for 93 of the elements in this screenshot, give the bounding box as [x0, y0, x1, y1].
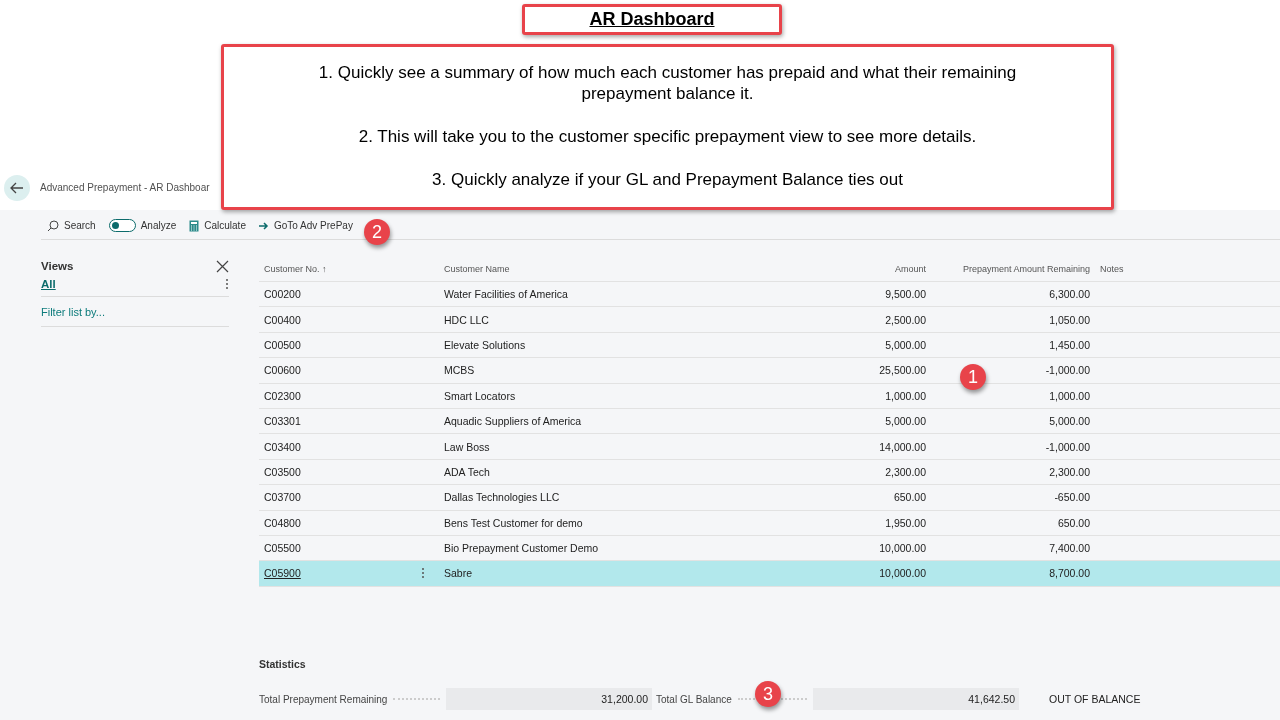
goto-button[interactable]: GoTo Adv PrePay — [258, 220, 353, 231]
table-row[interactable]: C02300 Smart Locators 1,000.00 1,000.00 — [259, 383, 1280, 409]
close-icon[interactable] — [216, 259, 229, 273]
table-cell-text: ADA Tech — [443, 465, 491, 478]
table-cell-text: 25,500.00 — [878, 364, 927, 377]
statistic-value: 41,642.50 — [813, 688, 1019, 710]
breadcrumb: Advanced Prepayment - AR Dashboar — [40, 181, 210, 195]
table-cell: C03700 — [264, 491, 301, 504]
table-cell-text: 6,300.00 — [1048, 288, 1091, 301]
statistic-label: Total GL Balance — [656, 693, 732, 705]
table-cell-text: 9,500.00 — [884, 288, 927, 301]
table-cell-text: 5,000.00 — [884, 338, 927, 351]
table-cell-text: -1,000.00 — [1044, 440, 1091, 453]
table-row[interactable]: C03301 Aquadic Suppliers of America 5,000.00 5,000.00 — [259, 408, 1280, 435]
table-row[interactable]: C00400 HDC LLC 2,500.00 1,050.00 — [259, 307, 1280, 333]
calculate-button[interactable]: Calculate — [189, 219, 246, 232]
table-cell-text: 10,000.00 — [878, 567, 927, 580]
table-cell: C03500 — [264, 465, 301, 478]
table-cell-text: 2,300.00 — [1048, 465, 1091, 478]
column-header[interactable]: Notes — [1095, 264, 1280, 274]
table-cell-text: Sabre — [443, 567, 474, 580]
arrow-icon — [258, 221, 269, 230]
table-cell-text: 14,000.00 — [878, 440, 927, 453]
search-button[interactable]: Search — [47, 219, 96, 232]
back-arrow-icon — [10, 182, 24, 194]
annotation-title: AR Dashboard — [589, 9, 715, 30]
statistic-value: 31,200.00 — [446, 688, 652, 710]
column-header[interactable]: Amount — [821, 264, 931, 274]
table-row[interactable]: C05900 Sabre 10,000.00 8,700.00 — [259, 561, 1280, 587]
table-cell-text: HDC LLC — [443, 313, 490, 326]
table-cell-text: -1,000.00 — [1044, 364, 1091, 377]
table-cell-text: Dallas Technologies LLC — [443, 491, 561, 504]
table-cell-text: 2,500.00 — [884, 313, 927, 326]
table-cell: C00200 — [264, 288, 301, 301]
table-row[interactable]: C03400 Law Boss 14,000.00 -1,000.00 — [259, 434, 1280, 460]
table-cell: C00600 — [264, 364, 301, 377]
table-cell-text: Bio Prepayment Customer Demo — [443, 542, 600, 555]
table-cell-text: 8,700.00 — [1048, 567, 1091, 580]
table-cell-text: 1,450.00 — [1048, 338, 1091, 351]
table-row[interactable]: C03700 Dallas Technologies LLC 650.00 -650.00 — [259, 485, 1280, 511]
table-row[interactable]: C00500 Elevate Solutions 5,000.00 1,450.00 — [259, 332, 1280, 359]
annotation-note: 2. This will take you to the customer specific prepayment view to see more details. — [358, 126, 977, 147]
balance-status: OUT OF BALANCE — [1049, 693, 1141, 705]
table-cell-text: 5,000.00 — [1048, 415, 1091, 428]
table-cell-text: 1,050.00 — [1048, 313, 1091, 326]
views-title: Views — [41, 260, 74, 272]
table-cell-text: 1,000.00 — [884, 389, 927, 402]
statistic-label: Total Prepayment Remaining — [259, 693, 388, 705]
table-cell-text: Elevate Solutions — [443, 338, 527, 351]
table-cell: C05900 — [264, 567, 301, 580]
view-link[interactable]: All — [41, 277, 56, 290]
back-button[interactable] — [4, 175, 30, 201]
number-marker: 3 — [755, 681, 781, 707]
table-cell-text: Bens Test Customer for demo — [443, 516, 584, 529]
table-cell: C00400 — [264, 313, 301, 326]
annotation-note: 1. Quickly see a summary of how much each customer has prepaid and what their remaining prepayment balance it. — [317, 62, 1018, 104]
table-cell-text: Smart Locators — [443, 389, 517, 402]
table-cell-text: 10,000.00 — [878, 542, 927, 555]
table-cell-text: 2,300.00 — [884, 465, 927, 478]
table-cell-text: Aquadic Suppliers of America — [443, 415, 583, 428]
calculator-icon — [189, 219, 200, 232]
more-icon[interactable] — [421, 567, 425, 580]
table-cell-text: Water Facilities of America — [443, 288, 569, 301]
filter-link[interactable]: Filter list by... — [41, 303, 229, 327]
table-row[interactable]: C04800 Bens Test Customer for demo 1,950.00 650.00 — [259, 510, 1280, 536]
search-icon — [47, 219, 59, 232]
table-cell-text: 5,000.00 — [884, 415, 927, 428]
table-row[interactable]: C03500 ADA Tech 2,300.00 2,300.00 — [259, 459, 1280, 486]
statistics-title: Statistics — [259, 658, 307, 670]
table-cell: C03301 — [264, 415, 301, 428]
table-cell: C05500 — [264, 542, 301, 555]
table-cell-text: 7,400.00 — [1048, 542, 1091, 555]
column-header[interactable]: Customer Name — [439, 264, 821, 274]
number-marker: 1 — [960, 364, 986, 390]
table-cell-text: 650.00 — [1056, 516, 1091, 529]
table-cell-text: Law Boss — [443, 440, 491, 453]
table-cell: C00500 — [264, 338, 301, 351]
column-header[interactable]: Customer No. ↑ — [259, 264, 439, 274]
more-icon[interactable] — [225, 277, 229, 290]
table-cell-text: 650.00 — [892, 491, 927, 504]
table-cell-text: 1,950.00 — [884, 516, 927, 529]
analyze-switch[interactable] — [108, 219, 136, 232]
table-cell: C02300 — [264, 389, 301, 402]
analyze-toggle[interactable]: Analyze — [108, 219, 177, 232]
table-cell-text: MCBS — [443, 364, 476, 377]
table-row[interactable]: C00200 Water Facilities of America 9,500.00 6,300.00 — [259, 282, 1280, 308]
table-cell-text: -650.00 — [1053, 491, 1091, 504]
number-marker: 2 — [364, 219, 390, 245]
table-cell-text: 1,000.00 — [1048, 389, 1091, 402]
table-cell: C03400 — [264, 440, 301, 453]
annotation-note: 3. Quickly analyze if your GL and Prepayment Balance ties out — [432, 169, 903, 190]
column-header[interactable]: Prepayment Amount Remaining — [931, 264, 1095, 274]
table-cell: C04800 — [264, 516, 301, 529]
